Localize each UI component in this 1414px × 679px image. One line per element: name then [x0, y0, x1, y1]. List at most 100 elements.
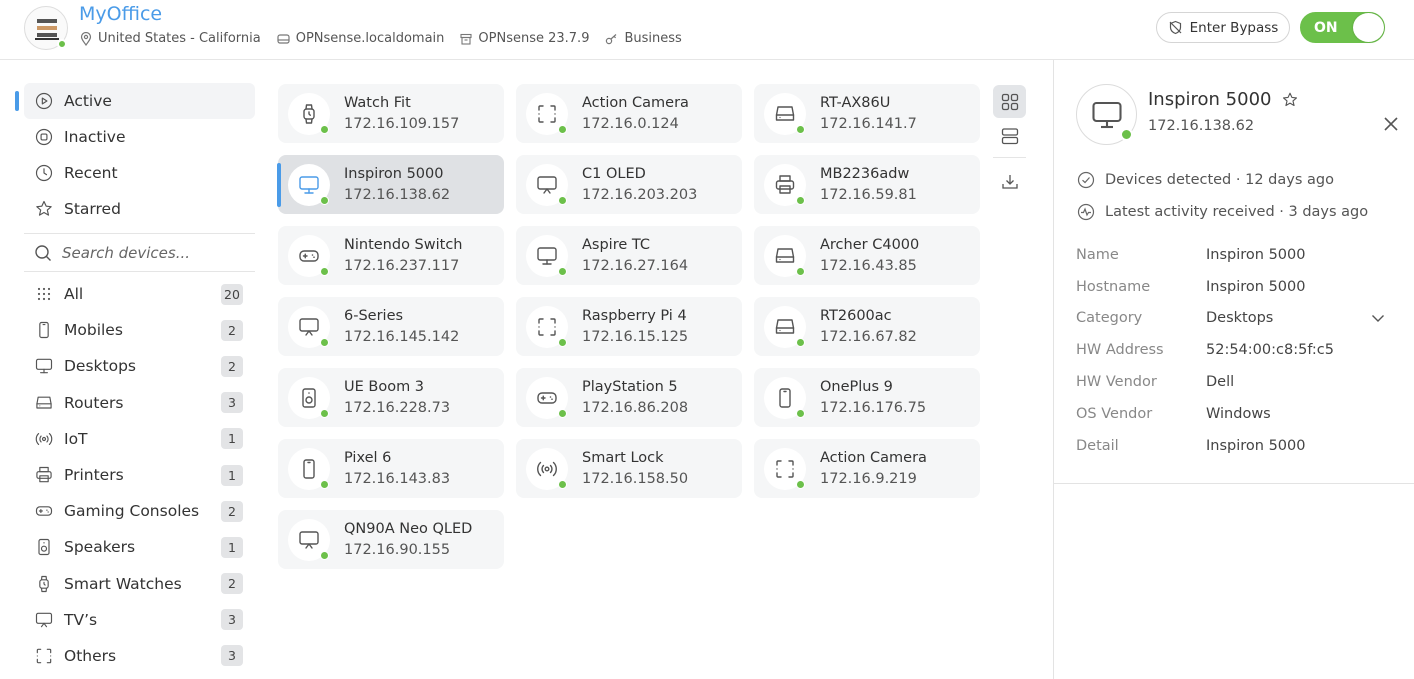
category-filter-item[interactable]: Printers 1: [24, 457, 255, 493]
category-filter-item[interactable]: Speakers 1: [24, 529, 255, 565]
category-filter-item[interactable]: Mobiles 2: [24, 312, 255, 348]
category-label: Gaming Consoles: [64, 502, 200, 521]
site-meta: United States - California OPNsense.loca…: [80, 31, 682, 46]
device-card[interactable]: MB2236adw 172.16.59.81: [754, 155, 980, 214]
others-icon: [538, 317, 556, 336]
device-card[interactable]: Nintendo Switch 172.16.237.117: [278, 226, 504, 285]
view-tools-divider: [993, 157, 1026, 158]
device-icon-wrap: [764, 305, 806, 348]
category-count-badge: 20: [221, 283, 243, 305]
meta-host: OPNsense.localdomain: [295, 31, 445, 46]
device-card[interactable]: PlayStation 5 172.16.86.208: [516, 368, 742, 427]
property-key: Hostname: [1076, 278, 1151, 295]
device-card[interactable]: C1 OLED 172.16.203.203: [516, 155, 742, 214]
online-status-dot: [320, 408, 329, 418]
online-status-dot: [796, 195, 805, 205]
device-name: UE Boom 3: [344, 378, 425, 395]
printer-icon: [775, 174, 795, 194]
device-ip: 172.16.43.85: [820, 257, 917, 274]
category-select[interactable]: Desktops: [1206, 310, 1386, 326]
category-filter-item[interactable]: Desktops 2: [24, 348, 255, 384]
device-ip: 172.16.228.73: [344, 399, 451, 416]
device-card[interactable]: 6-Series 172.16.145.142: [278, 297, 504, 356]
device-card[interactable]: Aspire TC 172.16.27.164: [516, 226, 742, 285]
site-logo: [24, 6, 68, 50]
device-card[interactable]: OnePlus 9 172.16.176.75: [754, 368, 980, 427]
property-row[interactable]: Category Desktops: [1076, 303, 1386, 335]
device-icon-wrap: [288, 92, 330, 135]
status-filter-label: Active: [64, 92, 112, 110]
device-search: [24, 235, 255, 271]
online-status-dot: [1120, 128, 1133, 141]
router-icon: [775, 105, 795, 121]
enter-bypass-button[interactable]: Enter Bypass: [1156, 12, 1290, 43]
status-filter-list: Active Inactive Recent Starred: [0, 83, 260, 227]
gamepad-icon: [35, 506, 53, 516]
category-filter-item[interactable]: Gaming Consoles 2: [24, 493, 255, 529]
device-ip: 172.16.27.164: [582, 257, 689, 274]
status-filter-label: Recent: [64, 164, 118, 182]
device-card[interactable]: Action Camera 172.16.0.124: [516, 84, 742, 143]
category-filter-item[interactable]: Smart Watches 2: [24, 566, 255, 602]
online-status-dot: [558, 337, 567, 347]
meta-version: OPNsense 23.7.9: [478, 31, 590, 46]
property-row: Hostname Inspiron 5000: [1076, 271, 1386, 303]
device-events: Devices detected · 12 days ago Latest ac…: [1077, 164, 1368, 228]
category-filter-item[interactable]: TV’s 3: [24, 602, 255, 638]
category-filter-item[interactable]: Routers 3: [24, 385, 255, 421]
device-card[interactable]: Smart Lock 172.16.158.50: [516, 439, 742, 498]
category-filter-item[interactable]: IoT 1: [24, 421, 255, 457]
gamepad-icon: [537, 391, 557, 404]
device-ip: 172.16.59.81: [820, 186, 917, 203]
device-card[interactable]: Archer C4000 172.16.43.85: [754, 226, 980, 285]
device-name: RT2600ac: [820, 307, 892, 324]
grid-view-button[interactable]: [993, 85, 1026, 118]
status-filter-active[interactable]: Active: [15, 83, 255, 119]
toggle-label: ON: [1314, 20, 1338, 36]
status-filter-inactive[interactable]: Inactive: [24, 119, 255, 155]
device-icon-wrap: [526, 376, 568, 419]
protection-toggle[interactable]: ON: [1300, 12, 1385, 43]
status-filter-recent[interactable]: Recent: [24, 155, 255, 191]
desktop-icon: [299, 175, 319, 194]
check-circle-icon: [1077, 171, 1095, 189]
device-card[interactable]: Pixel 6 172.16.143.83: [278, 439, 504, 498]
download-button[interactable]: [993, 165, 1026, 198]
device-icon-wrap: [288, 234, 330, 277]
category-count-badge: 1: [221, 464, 243, 486]
others-icon: [538, 104, 556, 123]
tv-icon: [299, 530, 319, 549]
device-card[interactable]: RT2600ac 172.16.67.82: [754, 297, 980, 356]
device-icon-wrap: [764, 92, 806, 135]
router-icon: [36, 396, 52, 409]
desktop-icon: [1091, 101, 1122, 128]
device-card[interactable]: Action Camera 172.16.9.219: [754, 439, 980, 498]
property-key: HW Vendor: [1076, 374, 1157, 391]
category-filter-item[interactable]: All 20: [24, 276, 255, 312]
device-ip: 172.16.145.142: [344, 328, 460, 345]
device-card[interactable]: Inspiron 5000 172.16.138.62: [277, 155, 504, 214]
device-card[interactable]: Raspberry Pi 4 172.16.15.125: [516, 297, 742, 356]
status-filter-starred[interactable]: Starred: [24, 191, 255, 227]
close-panel-button[interactable]: [1383, 116, 1399, 132]
device-name: PlayStation 5: [582, 378, 678, 395]
status-filter-label: Starred: [64, 200, 121, 218]
online-status-dot: [796, 337, 805, 347]
activity-icon: [1077, 203, 1095, 221]
online-status-dot: [320, 550, 329, 560]
gamepad-icon: [299, 249, 319, 262]
device-card[interactable]: RT-AX86U 172.16.141.7: [754, 84, 980, 143]
device-icon-wrap: [526, 447, 568, 490]
star-icon[interactable]: [1281, 91, 1299, 109]
category-filter-item[interactable]: Others 3: [24, 638, 255, 674]
site-name[interactable]: MyOffice: [79, 3, 162, 25]
category-label: All: [64, 285, 84, 304]
device-card[interactable]: UE Boom 3 172.16.228.73: [278, 368, 504, 427]
chevron-down-icon: [1372, 315, 1384, 323]
device-icon-wrap: [288, 447, 330, 490]
device-card[interactable]: Watch Fit 172.16.109.157: [278, 84, 504, 143]
search-input[interactable]: [62, 244, 242, 262]
device-card[interactable]: QN90A Neo QLED 172.16.90.155: [278, 510, 504, 569]
list-view-button[interactable]: [993, 119, 1026, 152]
online-status-dot: [796, 408, 805, 418]
